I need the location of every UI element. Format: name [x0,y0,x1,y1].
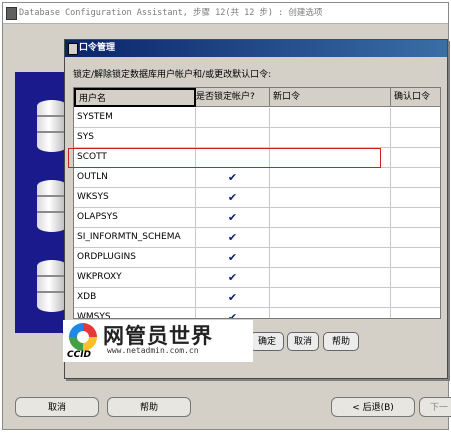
checkmark-icon: ✔ [227,291,238,304]
column-header-locked[interactable]: 是否锁定帐户? [196,88,270,107]
checkmark-icon: ✔ [227,271,238,284]
confirm-password-field[interactable] [391,168,440,187]
watermark-url: www.netadmin.com.cn [107,346,199,355]
next-button[interactable]: 下一 [419,397,451,417]
new-password-field[interactable] [270,288,391,307]
dialog-titlebar: 口令管理 [65,40,447,57]
main-title: Database Configuration Assistant, 步骤 12(… [19,8,323,18]
column-header-new-password[interactable]: 新口令 [270,88,391,107]
new-password-field[interactable] [270,168,391,187]
table-row[interactable]: OUTLN ✔ [74,168,440,188]
table-row[interactable]: WKSYS ✔ [74,188,440,208]
confirm-password-field[interactable] [391,288,440,307]
checkmark-icon: ✔ [227,231,238,244]
help-button[interactable]: 帮助 [107,397,191,417]
dialog-title: 口令管理 [79,43,116,53]
username-cell[interactable]: OLAPSYS [74,208,196,227]
new-password-field[interactable] [270,108,391,127]
app-icon [6,7,17,20]
username-cell[interactable]: XDB [74,288,196,307]
new-password-field[interactable] [270,128,391,147]
lock-account-checkbox[interactable]: ✔ [196,308,270,319]
confirm-password-field[interactable] [391,308,440,318]
new-password-field[interactable] [270,208,391,227]
username-cell[interactable]: SYS [74,128,196,147]
cancel-button[interactable]: 取消 [15,397,99,417]
column-header-username[interactable]: 用户名 [74,88,196,107]
table-row[interactable]: SYS [74,128,440,148]
username-cell[interactable]: OUTLN [74,168,196,187]
database-cylinder-icon [37,260,67,312]
back-button[interactable]: < 后退(B) [331,397,415,417]
user-accounts-table: 用户名 是否锁定帐户? 新口令 确认口令 SYSTEM SYS SCOTT OUTLN… [73,87,441,319]
dialog-help-button[interactable]: 帮助 [323,332,359,351]
checkmark-icon: ✔ [227,171,238,184]
new-password-field[interactable] [270,188,391,207]
ccid-logo-center [77,331,89,343]
new-password-field[interactable] [270,228,391,247]
lock-account-checkbox[interactable]: ✔ [196,188,270,207]
new-password-field[interactable] [270,268,391,287]
confirm-password-field[interactable] [391,248,440,267]
new-password-field[interactable] [270,308,391,318]
dialog-icon [68,43,78,55]
selected-row-highlight [68,148,381,168]
username-cell[interactable]: ORDPLUGINS [74,248,196,267]
checkmark-icon: ✔ [227,211,238,224]
checkmark-icon: ✔ [227,251,238,264]
username-cell[interactable]: WMSYS [74,308,196,318]
lock-account-checkbox[interactable]: ✔ [196,288,270,307]
lock-account-checkbox[interactable]: ✔ [196,248,270,267]
lock-account-checkbox[interactable]: ✔ [196,228,270,247]
column-header-confirm-password[interactable]: 确认口令 [391,88,440,107]
table-row[interactable]: WKPROXY ✔ [74,268,440,288]
instruction-text: 锁定/解除锁定数据库用户帐户和/或更改默认口令: [73,70,272,80]
confirm-password-field[interactable] [391,108,440,127]
watermark-brand: CCID [67,350,92,360]
lock-account-checkbox[interactable] [196,128,270,147]
table-row[interactable]: ORDPLUGINS ✔ [74,248,440,268]
table-row[interactable]: SYSTEM [74,108,440,128]
dialog-cancel-button[interactable]: 取消 [287,332,319,351]
confirm-password-field[interactable] [391,148,440,167]
confirm-password-field[interactable] [391,208,440,227]
table-row[interactable]: OLAPSYS ✔ [74,208,440,228]
username-cell[interactable]: SYSTEM [74,108,196,127]
confirm-password-field[interactable] [391,228,440,247]
table-row[interactable]: SI_INFORMTN_SCHEMA ✔ [74,228,440,248]
lock-account-checkbox[interactable]: ✔ [196,168,270,187]
username-cell[interactable]: WKSYS [74,188,196,207]
confirm-password-field[interactable] [391,268,440,287]
table-row[interactable]: WMSYS ✔ [74,308,440,319]
checkmark-icon: ✔ [227,311,238,319]
username-cell[interactable]: SI_INFORMTN_SCHEMA [74,228,196,247]
confirm-password-field[interactable] [391,188,440,207]
lock-account-checkbox[interactable]: ✔ [196,268,270,287]
database-cylinder-icon [37,180,67,232]
main-titlebar: Database Configuration Assistant, 步骤 12(… [3,3,448,24]
database-cylinder-icon [37,100,67,152]
lock-account-checkbox[interactable] [196,108,270,127]
confirm-password-field[interactable] [391,128,440,147]
new-password-field[interactable] [270,248,391,267]
username-cell[interactable]: WKPROXY [74,268,196,287]
checkmark-icon: ✔ [227,191,238,204]
ok-button[interactable]: 确定 [250,332,284,351]
netadmin-watermark-logo: CCID 网管员世界 www.netadmin.com.cn [63,320,253,362]
lock-account-checkbox[interactable]: ✔ [196,208,270,227]
table-row[interactable]: XDB ✔ [74,288,440,308]
wizard-side-image [15,72,67,333]
